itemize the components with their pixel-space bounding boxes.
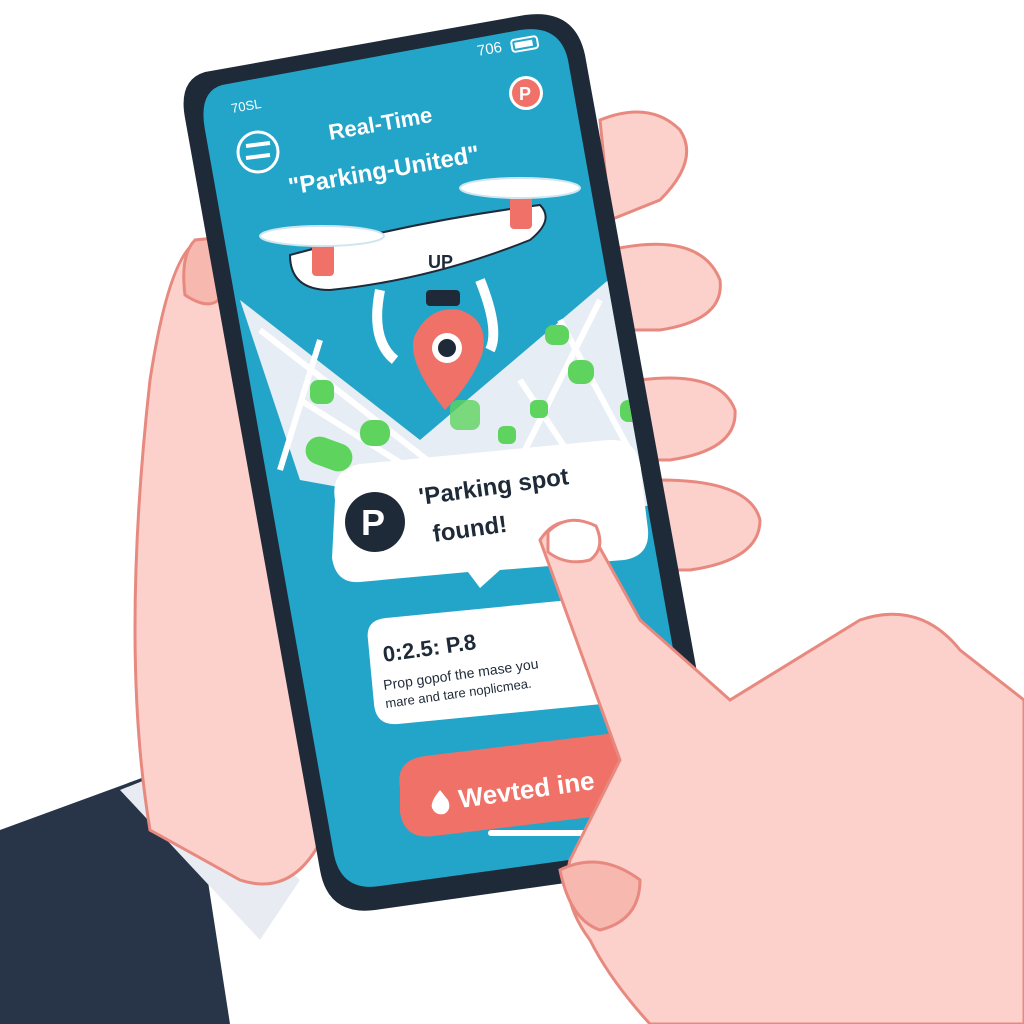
pointing-hand bbox=[538, 518, 1024, 1024]
parking-icon: P bbox=[345, 492, 405, 552]
parking-badge[interactable]: P bbox=[509, 76, 543, 110]
drone-label: UP bbox=[428, 252, 453, 272]
parking-icon-letter: P bbox=[361, 502, 385, 543]
parking-badge-letter: P bbox=[519, 84, 531, 104]
scene: UP 70SL 706 Real-Time "Parking-United" P bbox=[0, 14, 1024, 1024]
